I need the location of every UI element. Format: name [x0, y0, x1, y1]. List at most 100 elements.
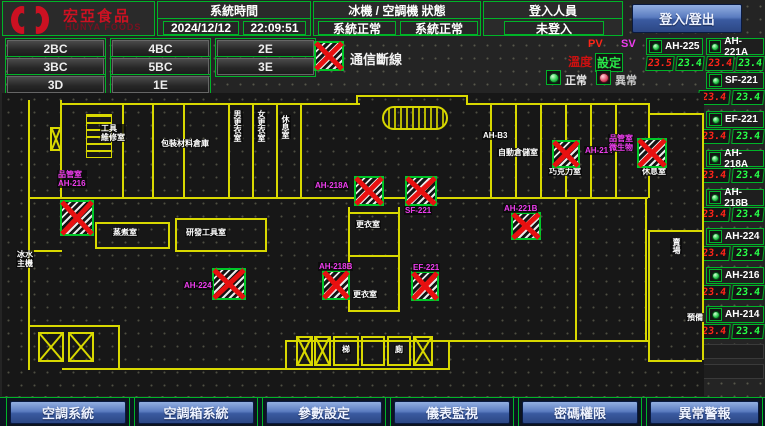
unit-sv-value: 23.4 — [731, 285, 765, 300]
comm-loss-legend-label: 通信斷線 — [350, 49, 402, 68]
unit-empty-slot — [698, 364, 764, 379]
ahu-unit-icon[interactable] — [637, 138, 667, 168]
floor-button-3bc[interactable]: 3BC — [7, 58, 104, 75]
ahu-unit-icon[interactable] — [212, 268, 246, 300]
ahu-unit-icon[interactable] — [405, 176, 437, 206]
sv-label: SV — [621, 38, 636, 50]
logo-panel: 宏亞食品 HUNYA FOODS — [2, 1, 155, 36]
nav-ahu-system-button[interactable]: 空調箱系統 — [138, 401, 254, 424]
ahu-label: AH-224 — [183, 281, 213, 290]
unit-name-label: AH-221A — [724, 36, 763, 58]
room-label: 更衣室 — [355, 220, 381, 229]
nav-meter-monitor-button[interactable]: 儀表監視 — [394, 401, 510, 424]
ahu-unit-icon[interactable] — [322, 270, 350, 300]
ahu-unit-icon[interactable] — [552, 140, 580, 168]
unit-values-ah221a: 23.423.4 — [706, 56, 764, 71]
unit-lamp — [709, 113, 722, 126]
ahu-unit-icon[interactable] — [354, 176, 384, 206]
brand-logo-icon — [11, 6, 57, 34]
bottom-nav-bar: 空調系統 空調箱系統 參數設定 儀表監視 密碼權限 異常警報 — [0, 397, 765, 426]
ahu-label: EF-221 — [412, 263, 440, 272]
unit-lamp — [709, 191, 721, 204]
unit-lamp — [709, 230, 722, 243]
room-label: 包裝材料倉庫 — [160, 139, 210, 148]
system-clock-value: 22:09:51 — [243, 21, 306, 35]
unit-name-label: EF-221 — [725, 114, 758, 125]
unit-name-label: AH-225 — [665, 41, 699, 52]
unit-empty-slot — [698, 344, 764, 359]
floor-button-3e[interactable]: 3E — [217, 58, 314, 75]
unit-values-ah218b: 23.423.4 — [698, 207, 764, 222]
ahu-unit-icon[interactable] — [511, 212, 541, 240]
normal-legend-lamp — [546, 70, 561, 85]
room-label: 賣場 — [670, 238, 682, 254]
unit-name-label: AH-224 — [725, 231, 759, 242]
login-label: 登入人員 — [484, 2, 622, 19]
ahu-label: 品管室微生物 — [608, 134, 634, 152]
room-label: 梯 — [341, 345, 351, 354]
equipment-tank-icon — [382, 106, 448, 130]
floor-button-2bc[interactable]: 2BC — [7, 40, 104, 57]
unit-lamp — [709, 308, 722, 321]
unit-panel-ah224[interactable]: AH-224 — [706, 228, 764, 245]
floor-button-5bc[interactable]: 5BC — [112, 58, 209, 75]
login-panel: 登入人員 未登入 — [483, 1, 623, 36]
system-time-panel: 系統時間 2024/12/12 22:09:51 — [157, 1, 311, 36]
nav-hvac-system-button[interactable]: 空調系統 — [10, 401, 126, 424]
brand-name-en: HUNYA FOODS — [65, 22, 141, 32]
floor-button-1e[interactable]: 1E — [112, 76, 209, 93]
unit-sv-value: 23.4 — [731, 90, 765, 105]
unit-lamp — [709, 40, 721, 53]
room-label: 休息室 — [641, 167, 667, 176]
abnormal-legend-label: 異常 — [615, 72, 637, 88]
floor-button-2e[interactable]: 2E — [217, 40, 314, 57]
nav-alarm-button[interactable]: 異常警報 — [650, 401, 759, 424]
unit-pv-value: 23.5 — [645, 56, 674, 71]
login-logout-button[interactable]: 登入/登出 — [632, 4, 742, 33]
unit-panel-ah221a[interactable]: AH-221A — [706, 38, 764, 55]
stair-x-icon — [314, 336, 331, 366]
plan-room-box — [361, 336, 385, 366]
nav-password-auth-button[interactable]: 密碼權限 — [522, 401, 638, 424]
comm-loss-legend-icon — [314, 41, 344, 71]
unit-sv-value: 23.4 — [731, 207, 765, 222]
setpoint-prefix-label: 溫度 — [568, 53, 592, 70]
room-label: 巧克力室 — [548, 167, 582, 176]
room-label: 研發工具室 — [185, 228, 227, 237]
unit-lamp — [709, 152, 721, 165]
room-label: 更衣室 — [352, 290, 378, 299]
floor-plan: 工具維修室 包裝材料倉庫 男更衣室 女更衣室 休息室 AH-B3 自動倉儲室 巧… — [2, 93, 704, 396]
ahu-label: AH-221B — [503, 204, 538, 213]
ac-status-value: 系統正常 — [400, 21, 478, 35]
room-label: 冰水主機 — [16, 250, 34, 268]
unit-panel-ah218b[interactable]: AH-218B — [706, 189, 764, 206]
unit-values-ah216: 23.423.4 — [698, 285, 764, 300]
ahu-unit-icon[interactable] — [60, 200, 94, 236]
unit-panel-sf221[interactable]: SF-221 — [706, 72, 764, 89]
abnormal-legend-lamp — [596, 70, 611, 85]
machine-status-label: 冰機 / 空調機 狀態 — [314, 2, 480, 19]
unit-name-label: AH-214 — [725, 309, 759, 320]
unit-values-ef221: 23.423.4 — [698, 129, 764, 144]
unit-panel-ah225[interactable]: AH-225 — [646, 38, 703, 55]
floor-button-4bc[interactable]: 4BC — [112, 40, 209, 57]
stair-x-icon — [50, 127, 62, 151]
pv-label: PV — [588, 38, 603, 50]
unit-sv-value: 23.4 — [731, 246, 765, 261]
unit-panel-ef221[interactable]: EF-221 — [706, 111, 764, 128]
unit-panel-ah216[interactable]: AH-216 — [706, 267, 764, 284]
room-label: 休息室 — [279, 115, 291, 139]
system-time-label: 系統時間 — [158, 2, 310, 19]
unit-panel-ah218a[interactable]: AH-218A — [706, 150, 764, 167]
ahu-unit-icon[interactable] — [411, 271, 439, 301]
system-date-value: 2024/12/12 — [163, 21, 239, 35]
unit-values-sf221: 23.423.4 — [698, 90, 764, 105]
scada-screen: 宏亞食品 HUNYA FOODS 系統時間 2024/12/12 22:09:5… — [0, 0, 765, 426]
room-label: 自動倉儲室 — [497, 148, 539, 157]
unit-panel-ah214[interactable]: AH-214 — [706, 306, 764, 323]
unit-lamp — [709, 269, 722, 282]
nav-parameter-settings-button[interactable]: 參數設定 — [266, 401, 382, 424]
floor-button-3d[interactable]: 3D — [7, 76, 104, 93]
unit-sv-value: 23.4 — [731, 129, 765, 144]
room-label: 蒸煮室 — [112, 228, 138, 237]
